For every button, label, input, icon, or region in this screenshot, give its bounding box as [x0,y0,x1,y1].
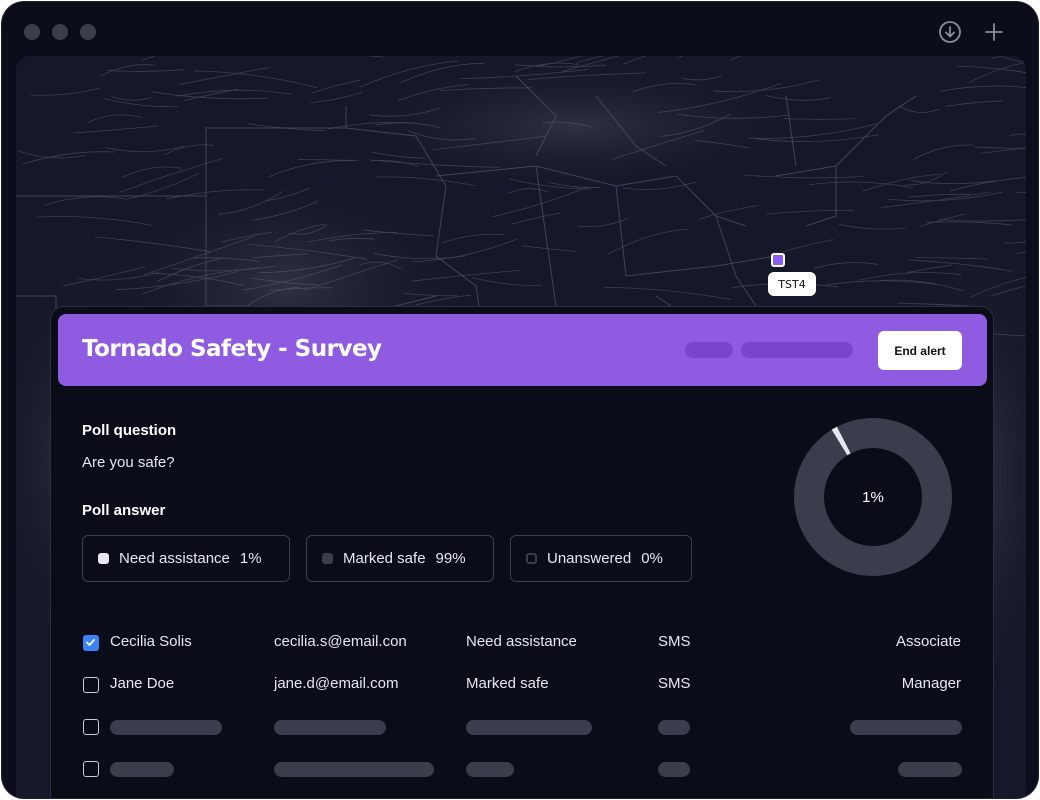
skeleton-bar [274,720,386,735]
recipient-name: Cecilia Solis [110,633,192,650]
poll-answer-label: Poll answer [82,502,166,519]
recipient-channel: SMS [658,675,691,692]
alert-panel: Tornado Safety - Survey End alert Poll q… [50,306,994,798]
recipient-role: Associate [895,633,961,650]
window-close-button[interactable] [24,24,40,40]
location-marker[interactable] [771,253,785,267]
header-placeholder-pill [685,342,733,358]
skeleton-bar [850,720,962,735]
skeleton-bar [898,762,962,777]
check-icon [86,639,95,646]
table-row-placeholder [51,712,993,742]
app-window: TST4 Tornado Safety - Survey End alert P… [2,2,1038,798]
end-alert-button[interactable]: End alert [878,331,962,370]
legend-swatch [98,553,109,564]
answer-percent: 0% [641,550,663,567]
legend-swatch [526,553,537,564]
recipient-status: Need assistance [466,633,577,650]
header-placeholder-pill [741,342,853,358]
answer-label: Need assistance [119,550,230,567]
row-checkbox[interactable] [83,677,99,693]
alert-title: Tornado Safety - Survey [82,336,382,362]
title-bar [2,2,1038,58]
answer-percent: 99% [435,550,466,567]
table-row[interactable]: Cecilia Solis cecilia.s@email.con Need a… [51,628,993,658]
table-row-placeholder [51,754,993,784]
answer-percent: 1% [239,550,262,567]
skeleton-bar [658,762,690,777]
skeleton-bar [110,762,174,777]
recipient-email: jane.d@email.com [274,675,399,692]
skeleton-bar [466,720,592,735]
answer-unanswered[interactable]: Unanswered 0% [510,535,692,582]
skeleton-bar [466,762,514,777]
answer-need-assistance[interactable]: Need assistance 1% [82,535,290,582]
download-circle-icon [939,21,961,43]
donut-center-label: 1% [862,488,884,506]
recipient-channel: SMS [658,633,691,650]
poll-question: Are you safe? [82,454,175,471]
poll-question-label: Poll question [82,422,177,439]
window-minimize-button[interactable] [52,24,68,40]
answer-label: Unanswered [547,550,632,567]
row-checkbox[interactable] [83,761,99,777]
location-marker-label[interactable]: TST4 [768,272,816,296]
row-checkbox[interactable] [83,719,99,735]
skeleton-bar [658,720,690,735]
answer-label: Marked safe [343,550,426,567]
recipient-status: Marked safe [466,675,549,692]
skeleton-bar [274,762,434,777]
legend-swatch [322,553,333,564]
answer-marked-safe[interactable]: Marked safe 99% [306,535,494,582]
recipient-name: Jane Doe [110,675,175,692]
row-checkbox[interactable] [83,635,99,651]
table-row[interactable]: Jane Doe jane.d@email.com Marked safe SM… [51,670,993,700]
recipient-email: cecilia.s@email.con [274,633,407,650]
recipient-role: Manager [901,675,961,692]
plus-icon [985,23,1003,41]
alert-header: Tornado Safety - Survey End alert [58,314,987,386]
skeleton-bar [110,720,222,735]
window-maximize-button[interactable] [80,24,96,40]
download-button[interactable] [938,20,962,44]
add-button[interactable] [982,20,1006,44]
